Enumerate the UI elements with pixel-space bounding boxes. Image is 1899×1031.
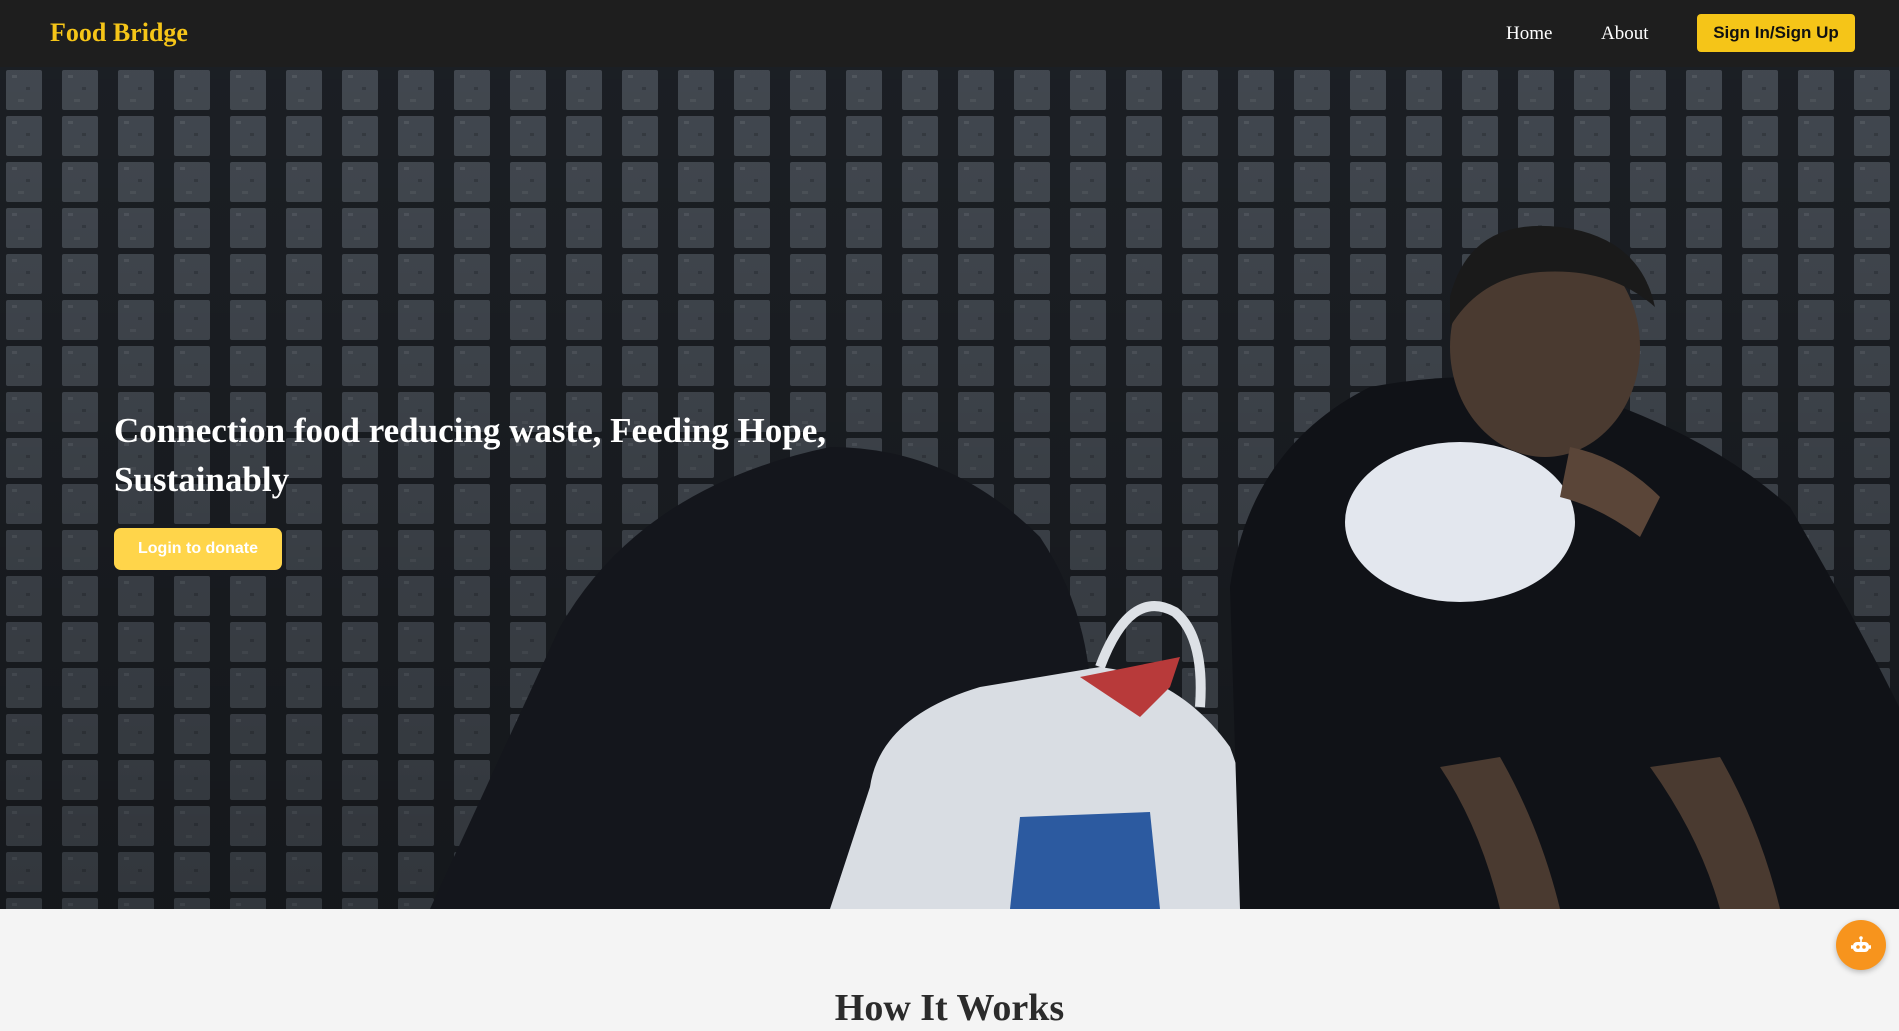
how-it-works-heading: How It Works	[834, 986, 1065, 1029]
nav-about-link[interactable]: About	[1601, 22, 1649, 46]
chatbot-button[interactable]	[1836, 920, 1886, 970]
hero-title: Connection food reducing waste, Feeding …	[114, 411, 826, 499]
robot-icon	[1851, 936, 1871, 952]
nav-home-link[interactable]: Home	[1506, 22, 1552, 46]
brand-logo[interactable]: Food Bridge	[50, 17, 188, 49]
signin-signup-button[interactable]: Sign In/Sign Up	[1697, 14, 1855, 52]
navbar: Food Bridge Home About Sign In/Sign Up	[0, 0, 1899, 67]
login-to-donate-button[interactable]: Login to donate	[114, 528, 282, 570]
hero-section: Connection food reducing waste, Feeding …	[0, 67, 1899, 909]
